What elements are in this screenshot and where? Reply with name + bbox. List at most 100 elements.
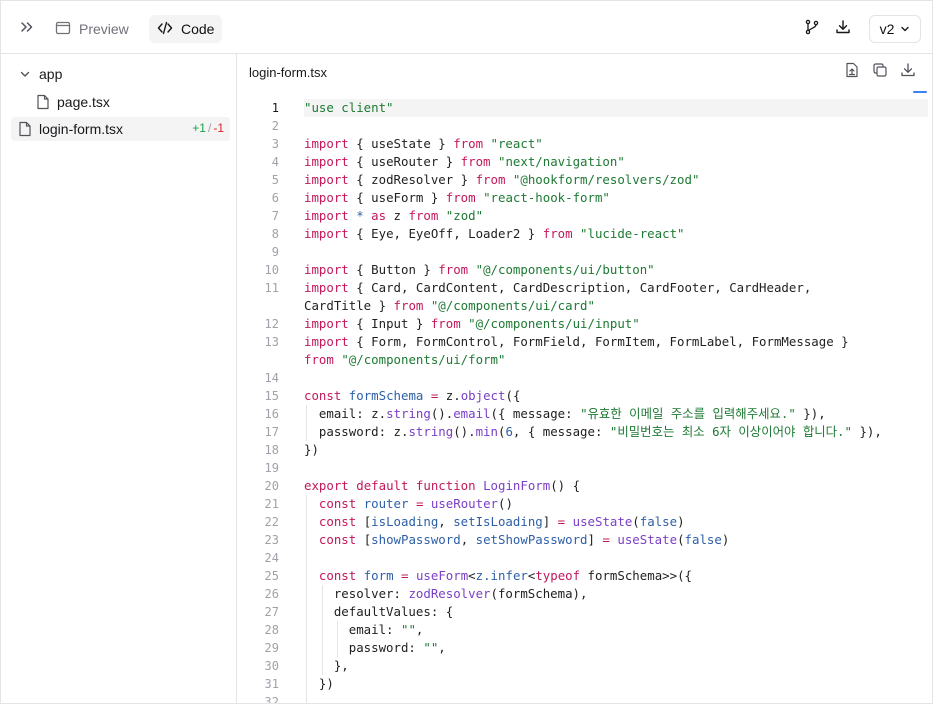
code-line[interactable]: 30 }, [237, 657, 932, 675]
line-text: import { zodResolver } from "@hookform/r… [304, 171, 926, 189]
code-token: setIsLoading [453, 514, 543, 529]
code-line[interactable]: 32 [237, 693, 932, 703]
diff-separator: / [207, 121, 212, 135]
upload-button[interactable] [843, 62, 861, 81]
code-line[interactable]: 24 [237, 549, 932, 567]
line-text: from "@/components/ui/form" [304, 351, 926, 369]
code-token: , [438, 640, 446, 655]
code-line[interactable]: 3 import { useState } from "react" [237, 135, 932, 153]
copy-icon [872, 62, 888, 83]
code-token: import [304, 316, 349, 331]
code-token: "react" [490, 136, 543, 151]
code-line[interactable]: from "@/components/ui/form" [237, 351, 932, 369]
indent-guide [337, 621, 338, 639]
code-line[interactable]: 19 [237, 459, 932, 477]
indent-guide [306, 567, 307, 585]
version-select[interactable]: v2 [869, 15, 921, 43]
code-token: const [318, 514, 357, 529]
code-token: < [468, 568, 476, 583]
code-line[interactable]: 20 export default function LoginForm() { [237, 477, 932, 495]
code-line[interactable]: 25 const form = useForm<z.infer<typeof f… [237, 567, 932, 585]
scroll-indicator[interactable] [913, 91, 927, 93]
code-line[interactable]: 2 [237, 117, 932, 135]
deletions-count: -1 [213, 121, 224, 135]
tree-file-login-form[interactable]: login-form.tsx +1/-1 [11, 117, 230, 141]
code-token: from [430, 316, 461, 331]
top-toolbar: Preview Code v2 [1, 1, 932, 54]
code-token: ] [587, 532, 603, 547]
code-line[interactable]: 12 import { Input } from "@/components/ui… [237, 315, 932, 333]
code-line[interactable]: 28 email: "", [237, 621, 932, 639]
indent-guide [306, 693, 307, 703]
code-line[interactable]: 1 "use client" [237, 99, 932, 117]
git-branch-icon [804, 19, 820, 40]
code-line[interactable]: 15 const formSchema = z.object({ [237, 387, 932, 405]
download-file-button[interactable] [899, 62, 917, 81]
line-text: import { Form, FormControl, FormField, F… [304, 333, 926, 351]
code-line[interactable]: 10 import { Button } from "@/components/u… [237, 261, 932, 279]
code-token: () [498, 496, 513, 511]
code-token: export [304, 478, 349, 493]
code-token: ) [721, 532, 730, 547]
code-line[interactable]: 14 [237, 369, 932, 387]
tree-folder-app[interactable]: app [11, 62, 230, 86]
code-line[interactable]: 7 import * as z from "zod" [237, 207, 932, 225]
line-number: 10 [264, 263, 279, 277]
copy-button[interactable] [871, 62, 889, 83]
expand-sidebar-button[interactable] [13, 15, 41, 43]
tab-preview[interactable]: Preview [49, 15, 135, 43]
download-button[interactable] [830, 15, 856, 43]
tree-file-page[interactable]: page.tsx [11, 90, 230, 114]
indent-guide [306, 603, 307, 621]
code-token: email: z. [304, 406, 387, 421]
line-text: export default function LoginForm() { [304, 477, 926, 495]
code-token: from [438, 262, 469, 277]
code-token: import [304, 262, 349, 277]
code-line[interactable]: 27 defaultValues: { [237, 603, 932, 621]
code-line[interactable]: 26 resolver: zodResolver(formSchema), [237, 585, 932, 603]
code-line[interactable]: 23 const [showPassword, setShowPassword]… [237, 531, 932, 549]
code-token: from [475, 172, 506, 187]
code-token: string [386, 406, 431, 421]
code-token: [ [356, 514, 372, 529]
code-token: from [542, 226, 573, 241]
fork-button[interactable] [799, 15, 825, 43]
code-line[interactable]: 4 import { useRouter } from "next/navigat… [237, 153, 932, 171]
code-line[interactable]: 21 const router = useRouter() [237, 495, 932, 513]
tab-code[interactable]: Code [149, 15, 223, 43]
code-line[interactable]: 8 import { Eye, EyeOff, Loader2 } from "l… [237, 225, 932, 243]
line-number: 20 [264, 479, 279, 493]
code-token: , [415, 622, 424, 637]
line-number: 12 [264, 317, 279, 331]
code-line[interactable]: 31 }) [237, 675, 932, 693]
code-line[interactable]: 29 password: "", [237, 639, 932, 657]
line-text: }) [304, 441, 926, 459]
code-line[interactable]: 16 email: z.string().email({ message: "유… [237, 405, 932, 423]
code-token: ( [677, 532, 685, 547]
code-line[interactable]: 11 import { Card, CardContent, CardDescri… [237, 279, 932, 297]
line-number: 18 [264, 443, 279, 457]
code-line[interactable]: 9 [237, 243, 932, 261]
code-token: "next/navigation" [497, 154, 625, 169]
line-text: import { Card, CardContent, CardDescript… [304, 279, 926, 297]
code-line[interactable]: 17 password: z.string().min(6, { message… [237, 423, 932, 441]
code-line[interactable]: CardTitle } from "@/components/ui/card" [237, 297, 932, 315]
code-token: (formSchema), [490, 586, 588, 601]
code-line[interactable]: 5 import { zodResolver } from "@hookform/… [237, 171, 932, 189]
code-icon [157, 20, 173, 39]
code-line[interactable]: 13 import { Form, FormControl, FormField,… [237, 333, 932, 351]
code-token: { Button } [348, 262, 439, 277]
code-token: "@/components/ui/card" [430, 298, 595, 313]
code-line[interactable]: 18}) [237, 441, 932, 459]
code-token: import [304, 136, 349, 151]
code-line[interactable]: 22 const [isLoading, setIsLoading] = use… [237, 513, 932, 531]
code-line[interactable]: 6 import { useForm } from "react-hook-for… [237, 189, 932, 207]
line-number: 11 [264, 281, 279, 295]
code-token: from [453, 136, 484, 151]
